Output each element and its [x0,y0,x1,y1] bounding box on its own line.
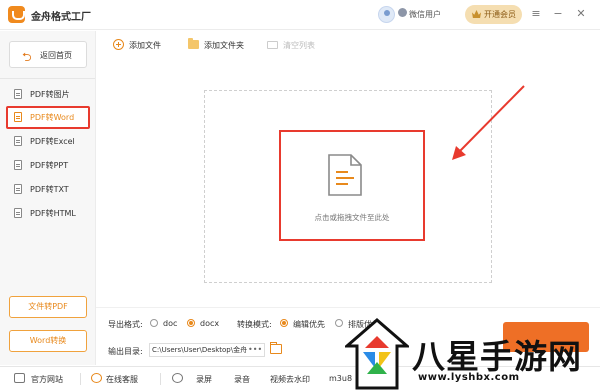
back-arrow-icon: ⮌ [22,50,32,64]
vip-button-label: 开通会员 [484,10,516,19]
watermark-url: www.lyshbx.com [418,372,520,383]
mode-edit-first-radio[interactable] [280,319,288,327]
sidebar-item-label: PDF转PPT [30,161,69,170]
app-logo-icon [8,6,25,23]
minimize-button[interactable]: − [551,6,565,22]
output-dir-label: 输出目录: [108,347,143,356]
home-button-label: 返回首页 [40,51,72,60]
add-folder-label: 添加文件夹 [204,41,244,50]
close-button[interactable]: ✕ [574,6,588,22]
online-support-link[interactable]: 在线客服 [106,374,138,385]
image-file-icon [14,89,22,99]
status-divider [160,373,161,385]
official-site-link[interactable]: 官方网站 [31,374,63,385]
audio-record-link[interactable]: 录音 [234,374,250,385]
sidebar-item-pdf-to-html[interactable]: PDF转HTML [6,202,90,225]
watermark-text: 八星手游网 [412,337,582,376]
sidebar-item-pdf-to-ppt[interactable]: PDF转PPT [6,154,90,177]
crown-icon [472,10,481,18]
wechat-user-icon [398,8,407,17]
video-watermark-remove-link[interactable]: 视频去水印 [270,374,310,385]
format-docx-label[interactable]: docx [200,319,219,328]
word-file-icon [14,112,22,122]
word-convert-button[interactable]: Word转换 [9,330,87,352]
sidebar-item-label: PDF转Word [30,113,75,122]
sidebar-item-pdf-to-txt[interactable]: PDF转TXT [6,178,90,201]
home-button[interactable]: ⮌ 返回首页 [9,41,87,68]
open-folder-icon[interactable] [270,342,282,354]
customer-service-icon [91,373,102,383]
add-file-label: 添加文件 [129,41,161,50]
format-doc-radio[interactable] [150,319,158,327]
title-bar: 金舟格式工厂 微信用户 开通会员 ≡ − ✕ [0,0,600,30]
sidebar: ⮌ 返回首页 PDF转图片 PDF转Word PDF转Excel PDF转PPT… [0,31,96,365]
user-name[interactable]: 微信用户 [409,9,441,20]
sidebar-divider [0,78,95,79]
record-screen-icon [172,373,183,383]
document-icon [328,154,362,196]
txt-file-icon [14,184,22,194]
site-watermark-logo [345,318,409,390]
screen-record-link[interactable]: 录屏 [196,374,212,385]
sidebar-item-label: PDF转HTML [30,209,76,218]
export-format-label: 导出格式: [108,320,143,329]
folder-icon [188,38,199,49]
add-icon [113,39,124,50]
format-doc-label[interactable]: doc [163,319,177,328]
sidebar-item-label: PDF转TXT [30,185,69,194]
excel-file-icon [14,136,22,146]
clear-list-label: 清空列表 [283,41,315,50]
monitor-icon [14,373,25,383]
menu-button[interactable]: ≡ [529,6,543,22]
sidebar-item-label: PDF转Excel [30,137,75,146]
file-to-pdf-button[interactable]: 文件转PDF [9,296,87,318]
mode-edit-first-label[interactable]: 编辑优先 [293,319,325,330]
sidebar-item-pdf-to-word[interactable]: PDF转Word [6,106,90,129]
drop-hint-text: 点击或拖拽文件至此处 [314,213,390,222]
app-title: 金舟格式工厂 [31,12,91,23]
clear-icon [267,41,278,49]
vip-button[interactable]: 开通会员 [465,5,522,24]
sidebar-item-pdf-to-image[interactable]: PDF转图片 [6,83,90,106]
convert-mode-label: 转换模式: [237,320,272,329]
sidebar-item-label: PDF转图片 [30,90,70,99]
user-avatar[interactable] [378,6,395,23]
mode-layout-first-radio[interactable] [335,319,343,327]
more-button[interactable]: ••• [248,345,262,354]
ppt-file-icon [14,160,22,170]
html-file-icon [14,208,22,218]
status-divider [80,373,81,385]
format-docx-radio[interactable] [187,319,195,327]
sidebar-item-pdf-to-excel[interactable]: PDF转Excel [6,130,90,153]
